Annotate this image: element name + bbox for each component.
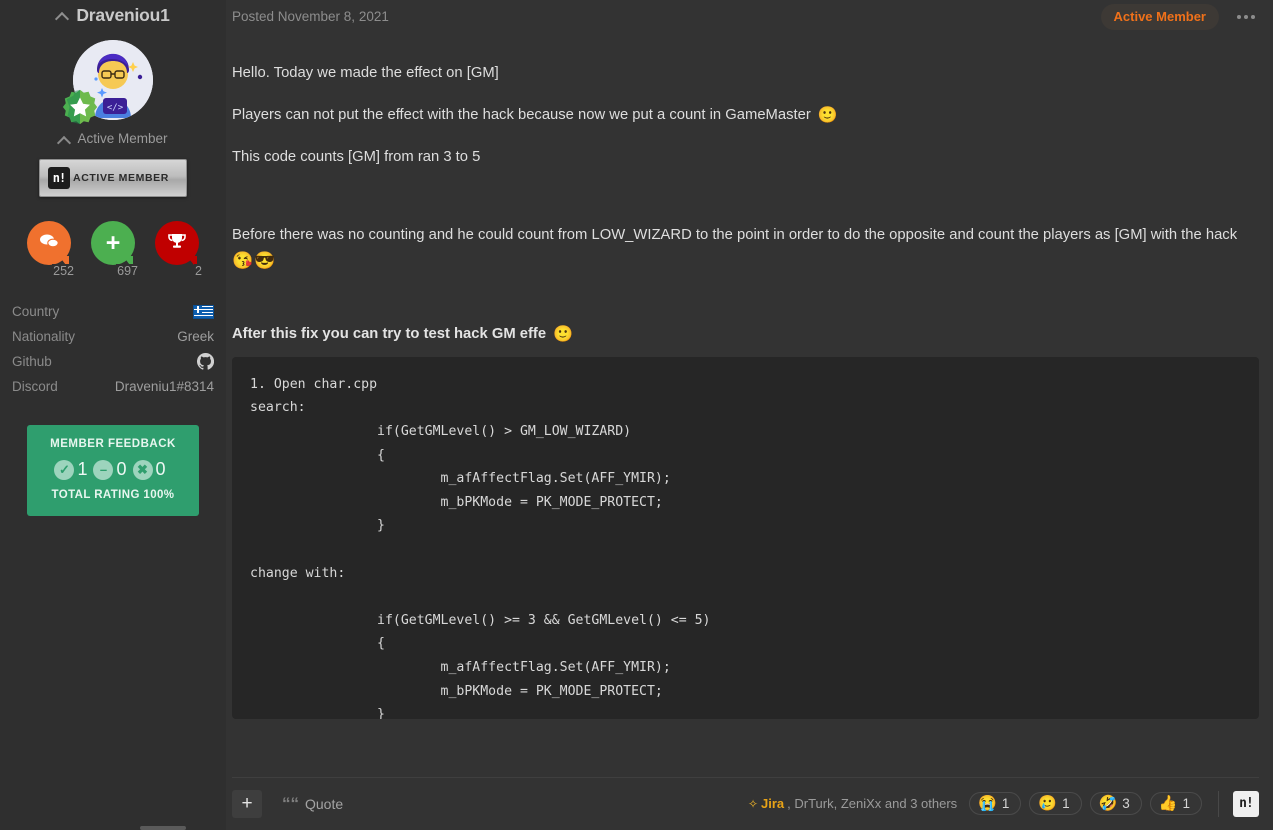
post-timestamp: Posted November 8, 2021 (232, 9, 389, 24)
post-content: Posted November 8, 2021 Active Member He… (226, 0, 1273, 830)
author-header[interactable]: Draveniou1 (0, 0, 226, 27)
rank-badge: n! ACTIVE MEMBER (39, 159, 187, 197)
reaction-sad[interactable]: 😭 1 (969, 792, 1021, 815)
member-feedback-counts: ✓ 1 – 0 ✖ 0 (35, 459, 191, 480)
detail-value: Greek (177, 329, 214, 344)
brand-logo-icon: n! (48, 167, 70, 189)
sob-emoji-icon: 😭 (978, 796, 997, 811)
chevron-up-icon (58, 136, 71, 144)
rank-badge-label: ACTIVE MEMBER (70, 172, 186, 184)
status-badge[interactable]: Active Member (1101, 4, 1219, 30)
feedback-positive: ✓ 1 (54, 459, 93, 480)
member-feedback-title: MEMBER FEEDBACK (35, 438, 191, 450)
speech-bubble-glyph (39, 233, 59, 249)
minus-circle-icon: – (93, 460, 113, 480)
thumbsup-emoji-icon: 👍 (1159, 796, 1178, 811)
author-rank-label: Active Member (77, 131, 167, 146)
check-circle-icon: ✓ (54, 460, 74, 480)
author-stats: 252 + 697 (0, 221, 226, 269)
star-rosette-icon (61, 88, 99, 126)
feedback-negative-count: 0 (156, 459, 166, 480)
detail-value (193, 305, 214, 319)
speech-bubble-icon (27, 221, 71, 265)
reactor-first-name[interactable]: Jira (761, 796, 784, 811)
post-paragraph-2: Players can not put the effect with the … (232, 106, 1259, 126)
ellipsis-icon[interactable] (1233, 9, 1259, 25)
quote-label: Quote (305, 796, 343, 812)
stat-reputation[interactable]: + 697 (91, 221, 135, 269)
reaction-count: 1 (1062, 796, 1070, 811)
quote-icon: ““ (282, 795, 299, 812)
trophy-glyph (167, 232, 187, 250)
detail-row-github[interactable]: Github (12, 349, 214, 374)
post-paragraph-4-emojis: 😘😎 (232, 250, 1259, 273)
reaction-count: 3 (1122, 796, 1130, 811)
reaction-count: 1 (1182, 796, 1190, 811)
post-paragraph-2-text: Players can not put the effect with the … (232, 106, 811, 126)
chevron-up-icon (56, 12, 69, 20)
greek-flag-icon (193, 305, 214, 319)
author-rank: Active Member (0, 131, 226, 146)
reaction-thumbsup[interactable]: 👍 1 (1150, 792, 1202, 815)
x-circle-icon: ✖ (133, 460, 153, 480)
add-reaction-button[interactable]: + (232, 790, 262, 818)
reactors-list[interactable]: ✧ Jira , DrTurk, ZeniXx and 3 others (748, 796, 957, 811)
member-feedback-box[interactable]: MEMBER FEEDBACK ✓ 1 – 0 ✖ 0 TOTAL RATING… (27, 425, 199, 516)
stat-awards-count: 2 (194, 264, 203, 278)
brand-logo-icon[interactable]: n! (1233, 791, 1259, 817)
reaction-pills: 😭 1 🥲 1 🤣 3 👍 1 n! (969, 791, 1259, 817)
quote-button[interactable]: ““ Quote (282, 795, 343, 812)
author-username[interactable]: Draveniou1 (76, 5, 169, 26)
reaction-count: 1 (1002, 796, 1010, 811)
post-footer: + ““ Quote ✧ Jira , DrTurk, ZeniXx and 3… (232, 778, 1259, 824)
post-paragraph-3: This code counts [GM] from ran 3 to 5 (232, 148, 1259, 168)
detail-row-discord: Discord Draveniu1#8314 (12, 374, 214, 399)
detail-label: Github (12, 354, 52, 369)
reactor-others: , DrTurk, ZeniXx and 3 others (787, 796, 957, 811)
reaction-laugh[interactable]: 🤣 3 (1090, 792, 1142, 815)
stat-reputation-count: 697 (116, 264, 139, 278)
reaction-tear[interactable]: 🥲 1 (1029, 792, 1081, 815)
stat-awards[interactable]: 2 (155, 221, 199, 269)
detail-label: Discord (12, 379, 58, 394)
detail-row-country: Country (12, 299, 214, 324)
detail-value (197, 353, 214, 370)
svg-text:</>: </> (107, 103, 124, 113)
feedback-neutral-count: 0 (116, 459, 126, 480)
plus-icon: + (91, 221, 135, 265)
code-block[interactable]: 1. Open char.cpp search: if(GetGMLevel()… (232, 357, 1259, 719)
tear-emoji-icon: 🥲 (1038, 796, 1057, 811)
post-paragraph-4: Before there was no counting and he coul… (232, 226, 1259, 246)
stat-posts[interactable]: 252 (27, 221, 71, 269)
stat-posts-count: 252 (52, 264, 75, 278)
post-page: Draveniou1 </> (0, 0, 1273, 830)
smile-emoji: 🙂 (553, 327, 573, 343)
post-header-actions: Active Member (1101, 4, 1259, 30)
rofl-emoji-icon: 🤣 (1099, 796, 1118, 811)
detail-label: Country (12, 304, 59, 319)
feedback-neutral: – 0 (93, 459, 132, 480)
feedback-positive-count: 1 (77, 459, 87, 480)
trophy-icon (155, 221, 199, 265)
detail-label: Nationality (12, 329, 75, 344)
divider (1218, 791, 1219, 817)
detail-value: Draveniu1#8314 (115, 379, 214, 394)
avatar[interactable]: </> (73, 40, 153, 120)
github-icon[interactable] (197, 353, 214, 370)
feedback-negative: ✖ 0 (133, 459, 172, 480)
detail-row-nationality: Nationality Greek (12, 324, 214, 349)
smile-emoji: 🙂 (818, 108, 838, 124)
post-body: Hello. Today we made the effect on [GM] … (232, 28, 1259, 719)
sparkle-icon: ✧ (748, 797, 758, 811)
post-paragraph-1: Hello. Today we made the effect on [GM] (232, 64, 1259, 84)
member-feedback-total: TOTAL RATING 100% (35, 489, 191, 501)
post-paragraph-5: After this fix you can try to test hack … (232, 325, 1259, 345)
post-author-sidebar: Draveniou1 </> (0, 0, 226, 830)
post-paragraph-5-text: After this fix you can try to test hack … (232, 325, 546, 345)
post-header: Posted November 8, 2021 Active Member (232, 0, 1259, 28)
author-details: Country Nationality Greek Github (0, 299, 226, 399)
scroll-indicator[interactable] (140, 826, 186, 830)
